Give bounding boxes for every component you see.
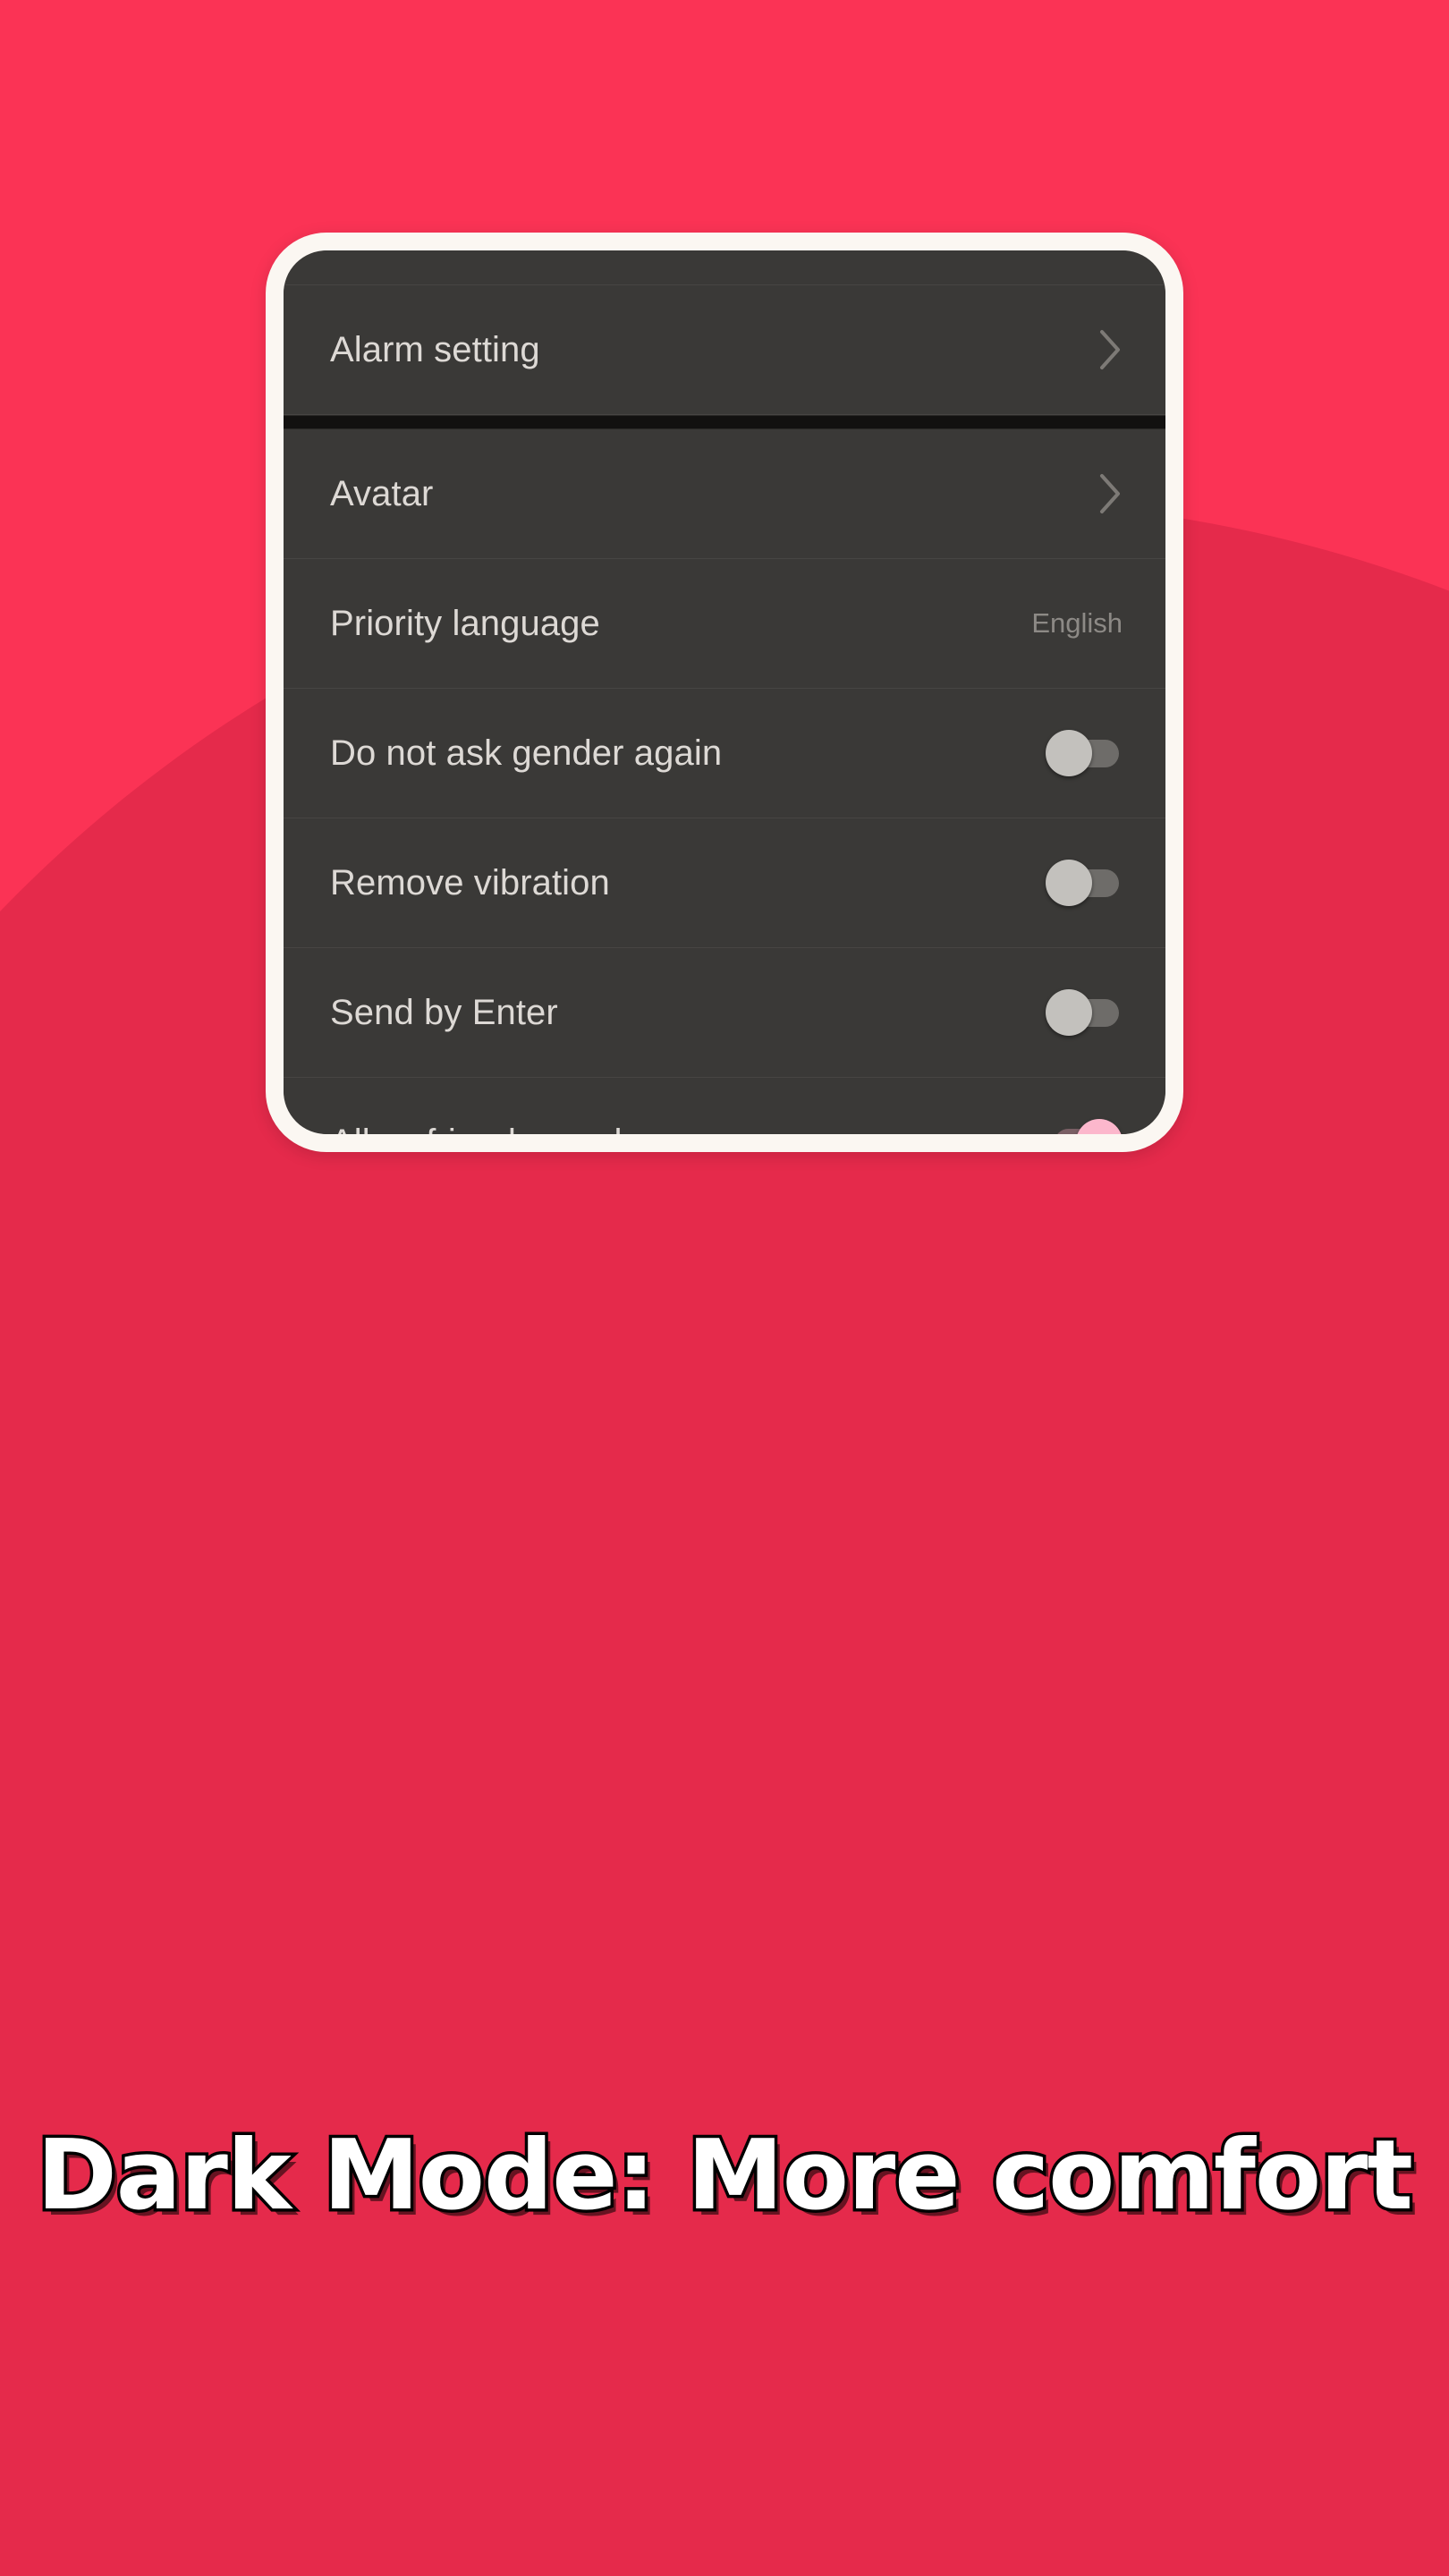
settings-group-separator (284, 415, 1165, 429)
settings-toggle-off[interactable] (1046, 989, 1123, 1036)
settings-row[interactable]: Priority language English (284, 559, 1165, 689)
settings-row[interactable]: Send by Enter (284, 948, 1165, 1078)
settings-row-label: Priority language (330, 603, 600, 643)
settings-row[interactable]: Do not ask gender again (284, 689, 1165, 818)
settings-row[interactable]: Alarm setting (284, 285, 1165, 415)
settings-row-label: Remove vibration (330, 862, 610, 902)
chevron-right-icon (1099, 473, 1123, 514)
settings-list: Alarm setting Avatar Priority language Engl… (284, 285, 1165, 1134)
settings-row-label: Avatar (330, 473, 434, 513)
settings-row[interactable]: Remove vibration (284, 818, 1165, 948)
partial-row-top (284, 250, 1165, 285)
settings-toggle-off[interactable] (1046, 730, 1123, 776)
settings-toggle-on[interactable] (1046, 1119, 1123, 1134)
settings-row-label: Allow friend search (330, 1123, 634, 1135)
toggle-thumb (1046, 989, 1092, 1036)
phone-frame: Alarm setting Avatar Priority language Engl… (266, 233, 1183, 1152)
settings-row-label: Send by Enter (330, 992, 558, 1032)
settings-toggle-off[interactable] (1046, 860, 1123, 906)
promo-stage: Alarm setting Avatar Priority language Engl… (0, 0, 1449, 2576)
phone-screen: Alarm setting Avatar Priority language Engl… (284, 250, 1165, 1134)
settings-row[interactable]: Avatar (284, 429, 1165, 559)
settings-row[interactable]: Allow friend search (284, 1078, 1165, 1134)
toggle-thumb (1076, 1119, 1123, 1134)
settings-row-label: Alarm setting (330, 329, 540, 369)
toggle-thumb (1046, 860, 1092, 906)
settings-row-value: English (1031, 607, 1123, 639)
chevron-right-icon (1099, 329, 1123, 370)
toggle-thumb (1046, 730, 1092, 776)
settings-row-label: Do not ask gender again (330, 733, 723, 773)
promo-tagline: Dark Mode: More comfort (34, 2117, 1417, 2235)
